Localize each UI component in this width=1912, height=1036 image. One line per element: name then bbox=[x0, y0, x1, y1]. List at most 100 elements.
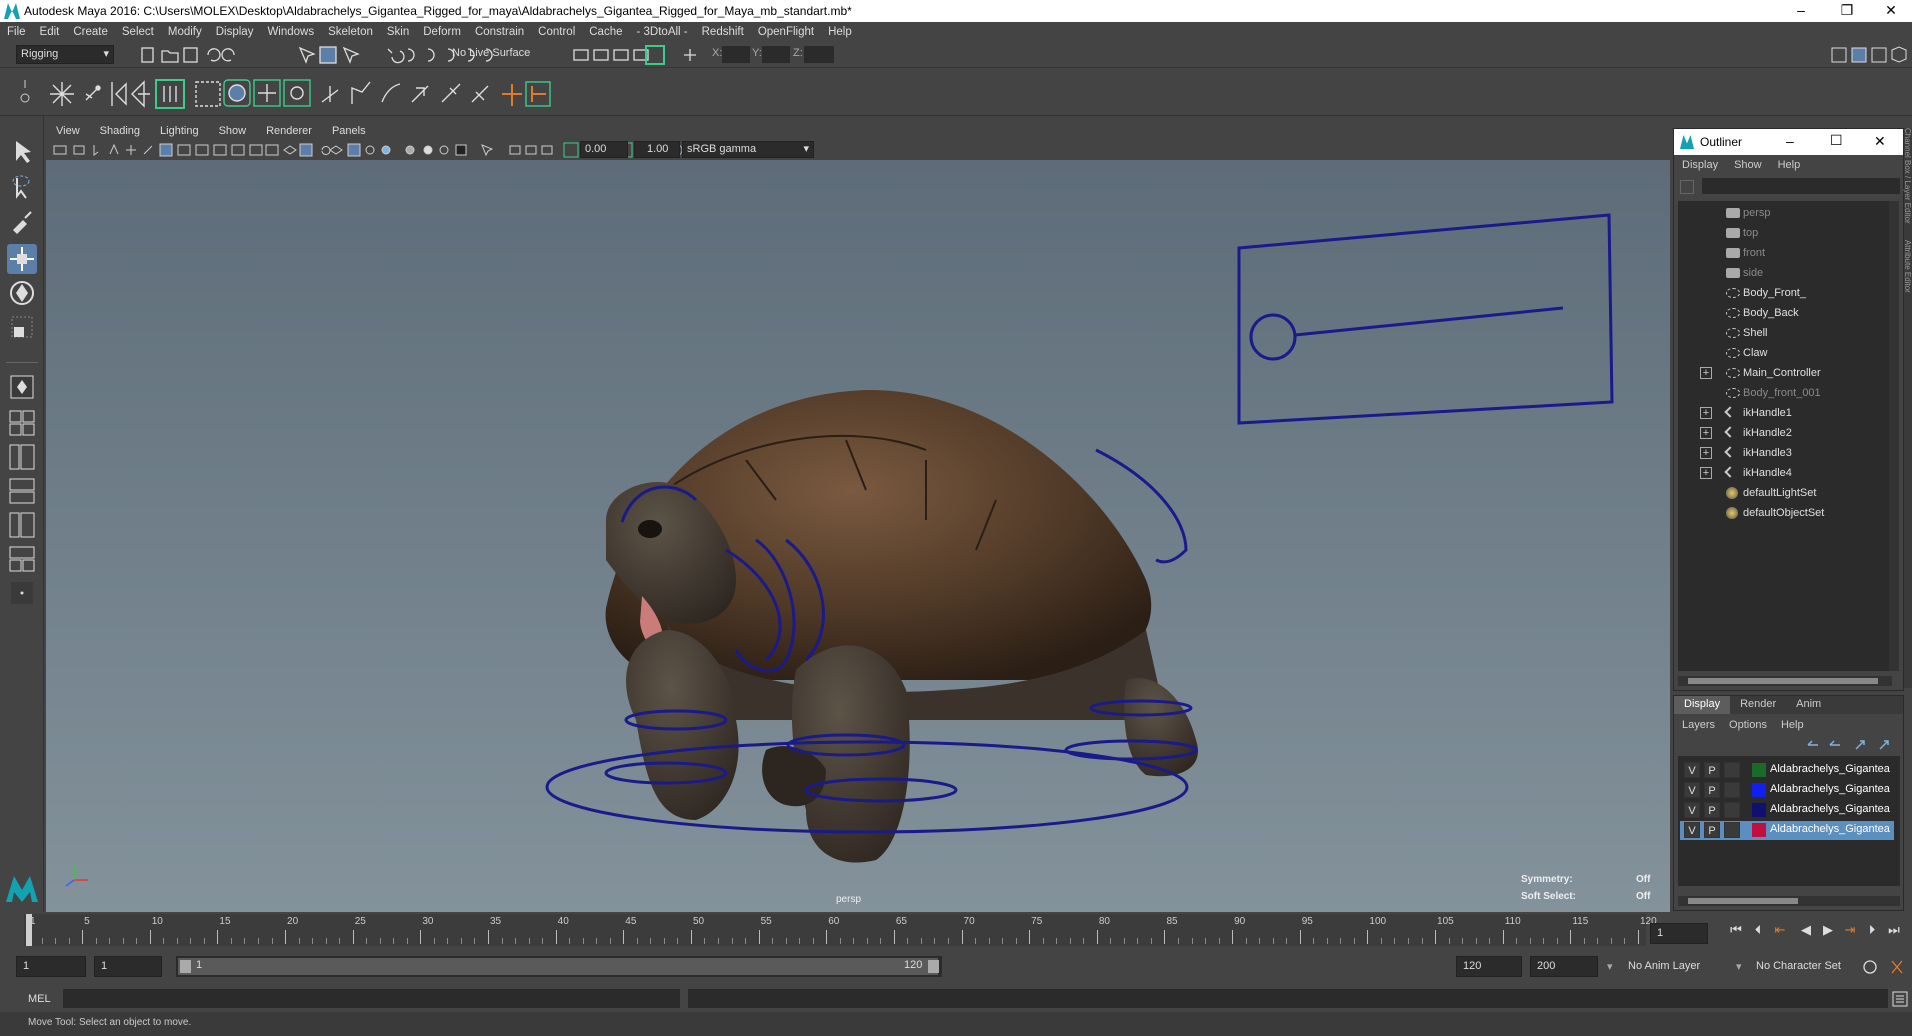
menu-select[interactable]: Select bbox=[115, 26, 161, 38]
layer-menu-help[interactable]: Help bbox=[1773, 719, 1812, 731]
range-start-handle[interactable] bbox=[180, 960, 191, 973]
select-tool-icon[interactable] bbox=[7, 136, 37, 166]
menu-create[interactable]: Create bbox=[66, 26, 115, 38]
expand-icon[interactable]: + bbox=[1700, 407, 1712, 419]
outliner-item[interactable]: Body_front_001 bbox=[1678, 383, 1898, 403]
expand-icon[interactable]: + bbox=[1700, 427, 1712, 439]
outliner-item[interactable]: + ikHandle2 bbox=[1678, 423, 1898, 443]
display-layer-row[interactable]: V P Aldabrachelys_Gigantea bbox=[1680, 821, 1894, 840]
outliner-item[interactable]: Claw bbox=[1678, 343, 1898, 363]
exposure-field[interactable]: 0.00 bbox=[580, 141, 628, 158]
range-end-handle[interactable] bbox=[928, 960, 939, 973]
expand-icon[interactable]: + bbox=[1700, 367, 1712, 379]
go-to-start-icon[interactable]: ⏮ bbox=[1728, 922, 1744, 938]
menu-constrain[interactable]: Constrain bbox=[468, 26, 531, 38]
layer-color-swatch[interactable] bbox=[1752, 783, 1766, 797]
restore-button[interactable]: ❐ bbox=[1824, 0, 1870, 22]
play-forward-icon[interactable]: ▶ bbox=[1820, 922, 1836, 938]
layer-playback-toggle[interactable]: P bbox=[1704, 782, 1720, 798]
display-layer-row[interactable]: V P Aldabrachelys_Gigantea bbox=[1680, 761, 1894, 780]
outliner-item[interactable]: Shell bbox=[1678, 323, 1898, 343]
vp-menu-lighting[interactable]: Lighting bbox=[150, 125, 209, 137]
range-slider-bar[interactable] bbox=[178, 958, 938, 975]
step-back-key-icon[interactable]: ⏴ bbox=[1750, 922, 1766, 938]
animation-end-field[interactable]: 200 bbox=[1530, 956, 1598, 977]
outliner-item[interactable]: front bbox=[1678, 243, 1898, 263]
layer-visibility-toggle[interactable]: V bbox=[1684, 782, 1700, 798]
maya-home-logo-icon[interactable] bbox=[4, 872, 40, 904]
layer-visibility-toggle[interactable]: V bbox=[1684, 802, 1700, 818]
close-button[interactable]: ✕ bbox=[1868, 0, 1912, 22]
step-forward-key-icon[interactable]: ⏵ bbox=[1864, 922, 1880, 938]
outliner-item[interactable]: + ikHandle3 bbox=[1678, 443, 1898, 463]
command-input[interactable] bbox=[63, 989, 680, 1008]
live-surface-label[interactable]: No Live Surface bbox=[452, 47, 530, 59]
minimize-button[interactable]: – bbox=[1778, 0, 1824, 22]
layer-playback-toggle[interactable]: P bbox=[1704, 802, 1720, 818]
hypershade-layout-icon[interactable] bbox=[7, 510, 37, 540]
persp-viewport[interactable]: persp Symmetry: Off Soft Select: Off bbox=[46, 160, 1670, 912]
display-layer-row[interactable]: V P Aldabrachelys_Gigantea bbox=[1680, 801, 1894, 820]
outliner-hscrollbar[interactable] bbox=[1678, 676, 1892, 686]
outliner-maximize-button[interactable]: ☐ bbox=[1830, 132, 1843, 149]
menu-redshift[interactable]: Redshift bbox=[695, 26, 751, 38]
layer-color-swatch[interactable] bbox=[1752, 803, 1766, 817]
layer-color-swatch[interactable] bbox=[1752, 763, 1766, 777]
menu-file[interactable]: File bbox=[0, 26, 33, 38]
layer-playback-toggle[interactable]: P bbox=[1704, 822, 1720, 838]
menu-skin[interactable]: Skin bbox=[380, 26, 416, 38]
shelf-options-icon[interactable] bbox=[18, 78, 32, 108]
tab-display[interactable]: Display bbox=[1674, 696, 1731, 714]
time-slider-track[interactable]: 1 5 10 15 20 25 30 35 40 45 50 55 60 65 70 75 80 85 90 95 10… bbox=[24, 914, 1657, 946]
lasso-tool-icon[interactable] bbox=[7, 172, 37, 202]
menu-cache[interactable]: Cache bbox=[582, 26, 629, 38]
outliner-item[interactable]: + Main_Controller bbox=[1678, 363, 1898, 383]
layer-color-swatch[interactable] bbox=[1752, 823, 1766, 837]
y-field[interactable] bbox=[762, 46, 790, 63]
vp-menu-renderer[interactable]: Renderer bbox=[256, 125, 322, 137]
menu-edit[interactable]: Edit bbox=[33, 26, 67, 38]
outliner-item[interactable]: defaultObjectSet bbox=[1678, 503, 1898, 523]
expand-icon[interactable]: + bbox=[1700, 447, 1712, 459]
layer-menu-options[interactable]: Options bbox=[1723, 719, 1773, 731]
side-tab-channel-box[interactable]: Channel Box / Layer Editor bbox=[1903, 128, 1912, 224]
vp-menu-show[interactable]: Show bbox=[209, 125, 257, 137]
time-slider[interactable]: 1 5 10 15 20 25 30 35 40 45 50 55 60 65 70 75 80 85 90 95 10… bbox=[0, 912, 1912, 948]
outliner-item[interactable]: top bbox=[1678, 223, 1898, 243]
layer-hscrollbar[interactable] bbox=[1678, 896, 1900, 906]
menu-openflight[interactable]: OpenFlight bbox=[751, 26, 821, 38]
outliner-item[interactable]: + ikHandle1 bbox=[1678, 403, 1898, 423]
current-time-marker[interactable] bbox=[26, 914, 32, 946]
menu-deform[interactable]: Deform bbox=[416, 26, 468, 38]
persp-graph-layout-icon[interactable] bbox=[7, 476, 37, 506]
layout-menu-icon[interactable] bbox=[7, 578, 37, 608]
play-backward-icon[interactable]: ◀ bbox=[1798, 922, 1814, 938]
current-frame-field[interactable]: 1 bbox=[1650, 923, 1708, 944]
menu-skeleton[interactable]: Skeleton bbox=[321, 26, 380, 38]
outliner-search-input[interactable] bbox=[1702, 178, 1900, 194]
uv-editor-layout-icon[interactable] bbox=[7, 544, 37, 574]
layer-playback-toggle[interactable]: P bbox=[1704, 762, 1720, 778]
layer-type-toggle[interactable] bbox=[1724, 822, 1740, 838]
outliner-filter-icon[interactable] bbox=[1680, 180, 1694, 194]
vp-menu-panels[interactable]: Panels bbox=[322, 125, 376, 137]
outliner-item[interactable]: Body_Back bbox=[1678, 303, 1898, 323]
range-slider-track[interactable]: 1 120 bbox=[176, 956, 942, 977]
outliner-menu-help[interactable]: Help bbox=[1770, 159, 1809, 171]
command-language-label[interactable]: MEL bbox=[28, 993, 51, 1005]
scale-tool-icon[interactable] bbox=[7, 312, 37, 342]
tab-render[interactable]: Render bbox=[1730, 696, 1786, 714]
layer-visibility-toggle[interactable]: V bbox=[1684, 762, 1700, 778]
color-space-dropdown[interactable]: sRGB gamma ▾ bbox=[682, 141, 814, 158]
rotate-tool-icon[interactable] bbox=[7, 278, 37, 308]
outliner-menu-display[interactable]: Display bbox=[1674, 159, 1726, 171]
menu-windows[interactable]: Windows bbox=[260, 26, 321, 38]
layer-menu-layers[interactable]: Layers bbox=[1674, 719, 1723, 731]
outliner-item[interactable]: side bbox=[1678, 263, 1898, 283]
character-set-dropdown[interactable]: No Character Set bbox=[1756, 960, 1841, 972]
move-tool-button[interactable] bbox=[7, 244, 37, 274]
four-pane-layout-icon[interactable] bbox=[7, 408, 37, 438]
menu-modify[interactable]: Modify bbox=[161, 26, 209, 38]
layer-visibility-toggle[interactable]: V bbox=[1684, 822, 1700, 838]
step-forward-frame-icon[interactable]: ⇥ bbox=[1842, 922, 1858, 938]
